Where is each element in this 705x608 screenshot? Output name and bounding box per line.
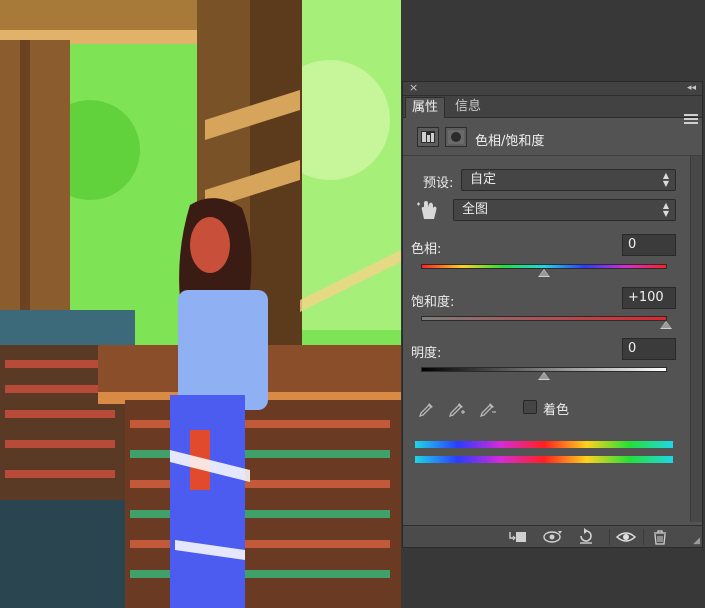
delete-icon[interactable]: [649, 528, 671, 546]
tab-info[interactable]: 信息: [449, 97, 487, 118]
eyedropper-icon[interactable]: [417, 400, 437, 418]
reset-icon[interactable]: [575, 528, 597, 546]
output-spectrum-bar: [415, 456, 673, 463]
hue-saturation-icon[interactable]: [417, 127, 439, 147]
hue-slider-thumb[interactable]: [538, 269, 550, 277]
lightness-slider-thumb[interactable]: [538, 372, 550, 380]
updown-arrows-icon: ▲ ▼: [662, 171, 669, 188]
panel-scrollbar[interactable]: [690, 156, 702, 522]
close-icon[interactable]: ×: [409, 81, 418, 95]
preset-value: 自定: [470, 172, 497, 187]
hue-input[interactable]: 0: [622, 234, 676, 256]
preset-label: 预设:: [423, 176, 454, 191]
colorize-checkbox[interactable]: [523, 400, 537, 414]
panel-title-bar: × ◂◂: [403, 81, 702, 96]
channel-select[interactable]: 全图 ▲ ▼: [453, 199, 676, 221]
preset-select[interactable]: 自定 ▲ ▼: [461, 169, 676, 191]
panel-bottom-bar: ◢: [403, 525, 702, 547]
document-canvas-photo: [0, 0, 401, 608]
clip-to-layer-icon[interactable]: [507, 528, 529, 546]
visibility-icon[interactable]: [615, 528, 637, 546]
view-previous-icon[interactable]: [541, 528, 563, 546]
adjustment-header: 色相/饱和度: [403, 118, 702, 156]
targeted-adjust-hand-icon[interactable]: [415, 198, 441, 222]
mask-icon[interactable]: [445, 127, 467, 147]
tab-properties[interactable]: 属性: [405, 97, 446, 118]
channel-value: 全图: [462, 202, 489, 217]
resize-grip-icon[interactable]: ◢: [693, 536, 700, 546]
input-spectrum-bar: [415, 441, 673, 448]
lightness-label: 明度:: [411, 346, 442, 361]
eyedropper-plus-icon[interactable]: [447, 400, 467, 418]
collapse-icon[interactable]: ◂◂: [687, 81, 696, 95]
saturation-slider-thumb[interactable]: [660, 321, 672, 329]
eyedropper-minus-icon[interactable]: [478, 400, 498, 418]
lightness-input[interactable]: 0: [622, 338, 676, 360]
photo-image: [0, 0, 401, 608]
colorize-label: 着色: [543, 403, 570, 418]
saturation-input[interactable]: +100: [622, 287, 676, 309]
saturation-slider-track[interactable]: [421, 316, 667, 321]
panel-tabs: 属性 信息: [403, 96, 702, 124]
updown-arrows-icon: ▲ ▼: [662, 201, 669, 218]
adjustment-title: 色相/饱和度: [475, 134, 545, 149]
hue-label: 色相:: [411, 242, 442, 257]
properties-panel: × ◂◂ 属性 信息 色相/饱和度 预设: 自定 ▲ ▼ 全图 ▲ ▼ 色相: 0: [402, 81, 703, 548]
saturation-label: 饱和度:: [411, 295, 455, 310]
